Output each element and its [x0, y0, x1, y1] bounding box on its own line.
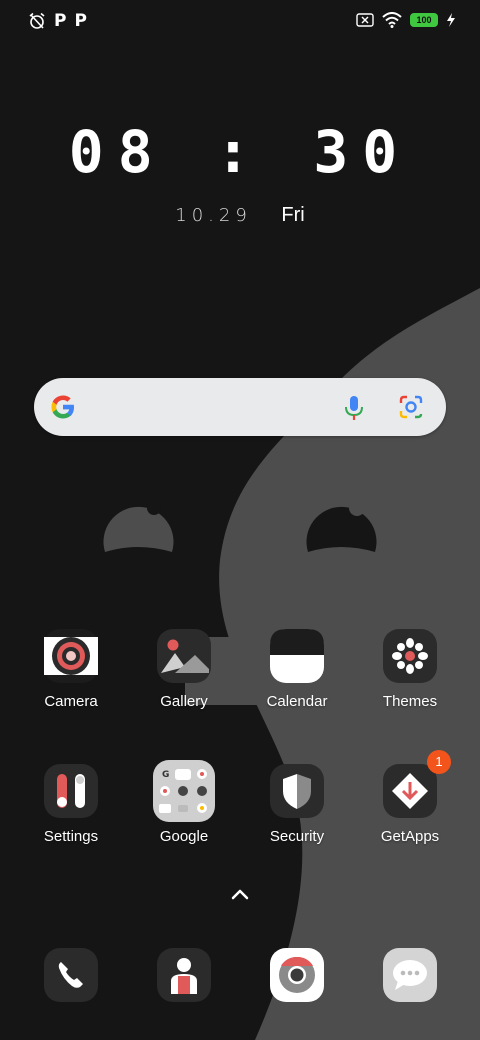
calendar-icon [270, 629, 324, 683]
battery-level: 100 [416, 15, 432, 25]
lockscreen-clock[interactable]: 08 : 30 [0, 118, 480, 186]
chrome-icon[interactable] [270, 948, 324, 1002]
camera-icon [44, 629, 98, 683]
lockscreen-date[interactable]: 10.29 Fri [0, 204, 480, 227]
app-security[interactable]: Security [242, 764, 352, 845]
chevron-up-icon[interactable] [226, 884, 254, 904]
contacts-icon[interactable] [157, 948, 211, 1002]
alarm-off-icon [29, 12, 45, 29]
no-sim-icon [356, 13, 374, 27]
app-label: Themes [382, 693, 438, 710]
status-bar: P P 100 [0, 0, 480, 44]
app-getapps[interactable]: 1 GetApps [355, 750, 465, 845]
messages-icon[interactable] [383, 948, 437, 1002]
p-icon: P [74, 11, 87, 31]
phone-icon[interactable] [44, 948, 98, 1002]
google-lens-icon[interactable] [398, 394, 424, 420]
app-label: Google [159, 828, 209, 845]
charging-icon [447, 13, 455, 27]
p-icon: P [54, 11, 67, 31]
battery-icon: 100 [410, 13, 438, 27]
gallery-icon [157, 629, 211, 683]
settings-icon [44, 764, 98, 818]
app-settings[interactable]: Settings [16, 764, 126, 845]
app-camera[interactable]: Camera [16, 629, 126, 710]
date-weekday: Fri [281, 204, 305, 226]
wifi-icon [382, 12, 402, 28]
themes-icon [383, 629, 437, 683]
app-label: Gallery [160, 693, 208, 710]
google-logo-icon [51, 395, 74, 419]
app-gallery[interactable]: Gallery [129, 629, 239, 710]
app-label: Security [269, 828, 325, 845]
app-label: GetApps [380, 828, 440, 845]
microphone-icon[interactable] [342, 394, 366, 422]
app-folder-google[interactable]: G Google [129, 760, 239, 845]
getapps-icon [383, 764, 437, 818]
app-calendar[interactable]: Calendar [242, 629, 352, 710]
app-label: Camera [44, 693, 98, 710]
svg-text:G: G [162, 770, 169, 780]
date-number: 10.29 [175, 205, 252, 226]
notification-badge: 1 [427, 750, 451, 774]
app-themes[interactable]: Themes [355, 629, 465, 710]
security-shield-icon [270, 764, 324, 818]
app-label: Settings [43, 828, 99, 845]
app-label: Calendar [266, 693, 328, 710]
google-folder-icon: G [153, 760, 215, 822]
google-search-bar[interactable] [34, 378, 446, 436]
